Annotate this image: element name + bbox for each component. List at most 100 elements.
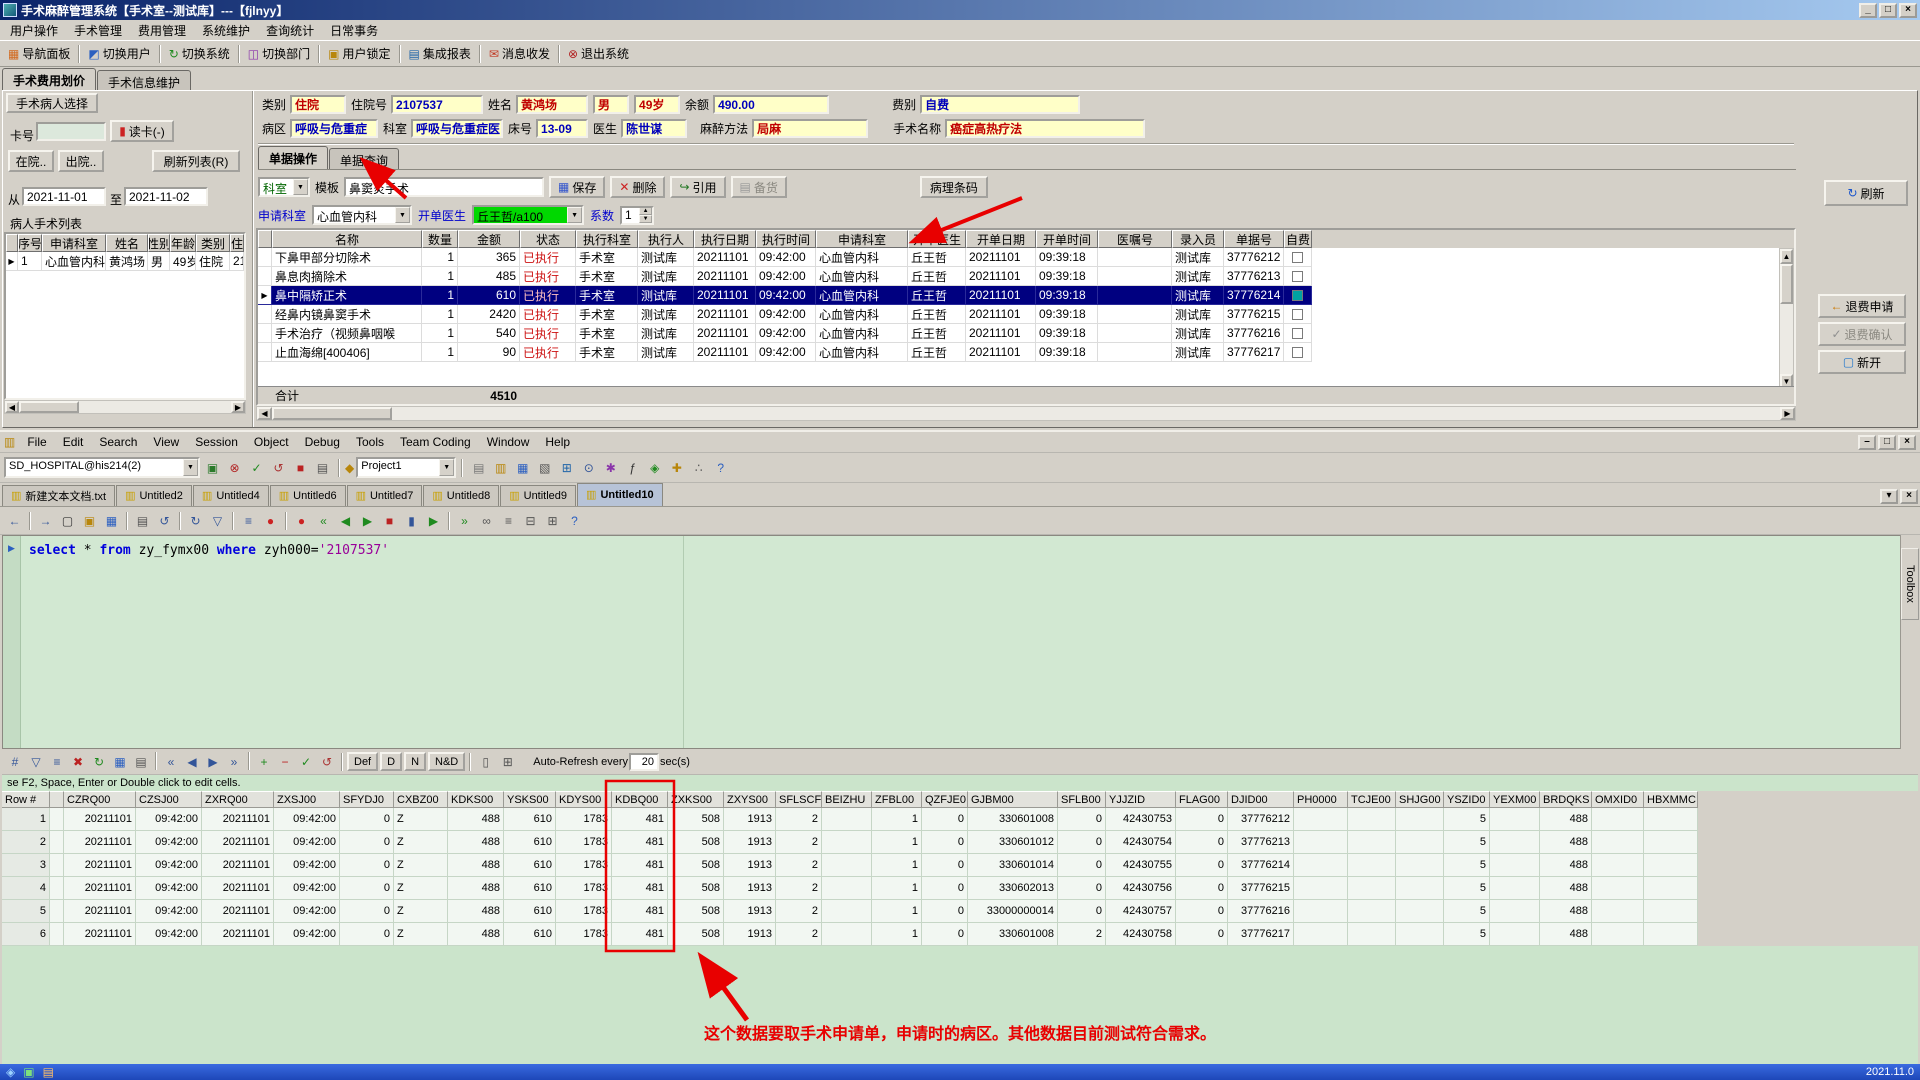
menu-item[interactable]: Session (187, 433, 246, 451)
table-cell[interactable]: 1783 (556, 877, 612, 900)
table-cell[interactable]: Z (394, 923, 448, 946)
table-cell[interactable] (1644, 854, 1698, 877)
table-cell[interactable] (1396, 923, 1444, 946)
table-cell[interactable]: 1 (872, 900, 922, 923)
table-cell[interactable] (50, 923, 64, 946)
table-cell[interactable] (1644, 831, 1698, 854)
table-cell[interactable]: 0 (922, 808, 968, 831)
table-cell[interactable] (822, 923, 872, 946)
menu-item[interactable]: 查询统计 (258, 20, 322, 41)
table-cell[interactable]: 0 (922, 831, 968, 854)
table-cell[interactable]: 09:42:00 (274, 854, 340, 877)
view-toggle-button[interactable]: ⊞ (497, 751, 518, 772)
order-doctor-combo[interactable]: 丘王哲/a100▼ (472, 205, 584, 225)
table-cell[interactable] (822, 854, 872, 877)
column-header[interactable]: CXBZ00 (394, 791, 448, 808)
table-cell[interactable]: 20211101 (64, 808, 136, 831)
table-cell[interactable]: 2 (2, 831, 50, 854)
table-cell[interactable]: 1783 (556, 854, 612, 877)
table-cell[interactable] (1396, 877, 1444, 900)
table-cell[interactable]: 2 (776, 923, 822, 946)
table-cell[interactable] (1592, 854, 1644, 877)
table-cell[interactable]: 20211101 (64, 923, 136, 946)
table-cell[interactable]: 330601012 (968, 831, 1058, 854)
table-cell[interactable] (1294, 831, 1348, 854)
maximize-button[interactable]: □ (1878, 435, 1896, 450)
scroll-right-icon[interactable]: ▶ (1780, 407, 1795, 420)
toolbar-button[interactable]: ≡ (498, 510, 519, 531)
table-cell[interactable]: 2 (776, 831, 822, 854)
column-header[interactable]: ZXSJ00 (274, 791, 340, 808)
table-cell[interactable]: Z (394, 900, 448, 923)
table-cell[interactable] (1644, 923, 1698, 946)
scroll-right-icon[interactable]: ▶ (231, 401, 245, 413)
table-cell[interactable]: 1 (872, 808, 922, 831)
field-value[interactable]: 13-09 (536, 119, 588, 138)
table-cell[interactable]: 09:42:00 (136, 900, 202, 923)
column-header[interactable]: TCJE00 (1348, 791, 1396, 808)
table-cell[interactable]: 1913 (724, 923, 776, 946)
request-dept-combo[interactable]: 心血管内科▼ (312, 205, 412, 225)
toolbar-button[interactable]: « (313, 510, 334, 531)
column-header[interactable]: 姓名 (106, 234, 148, 252)
self-pay-checkbox[interactable] (1292, 347, 1303, 358)
table-row[interactable]: ▶1心血管内科黄鸿场男49岁住院21 (6, 252, 244, 271)
table-cell[interactable]: 0 (1058, 854, 1106, 877)
column-header[interactable]: 金额 (458, 230, 520, 248)
menu-item[interactable]: Help (537, 433, 578, 451)
card-no-input[interactable] (36, 122, 106, 141)
toolbar-button[interactable]: ? (564, 510, 585, 531)
table-cell[interactable]: Z (394, 831, 448, 854)
toolbar-button[interactable]: ▮ (401, 510, 422, 531)
table-cell[interactable]: 0 (340, 877, 394, 900)
table-cell[interactable]: 2 (1058, 923, 1106, 946)
stepper-arrows[interactable]: ▲▼ (639, 207, 652, 223)
field-value[interactable]: 黄鸿场 (516, 95, 588, 114)
table-cell[interactable]: 488 (448, 923, 504, 946)
column-header[interactable]: 执行科室 (576, 230, 638, 248)
column-header[interactable]: 数量 (422, 230, 458, 248)
patient-select-tab[interactable]: 手术病人选择 (6, 93, 98, 113)
toolbar-button[interactable]: ● (260, 510, 281, 531)
table-cell[interactable]: 37776213 (1228, 831, 1294, 854)
table-cell[interactable] (1348, 900, 1396, 923)
project-combo[interactable]: Project1▼ (356, 457, 456, 478)
view-toggle-button[interactable]: ▯ (475, 751, 496, 772)
patient-list-hscrollbar[interactable]: ◀▶ (4, 400, 246, 414)
toolbar-button[interactable]: # (5, 752, 25, 772)
table-cell[interactable]: 488 (448, 900, 504, 923)
table-cell[interactable]: 0 (340, 854, 394, 877)
column-header[interactable]: 年龄 (170, 234, 196, 252)
table-cell[interactable] (1396, 831, 1444, 854)
table-cell[interactable]: 37776216 (1228, 900, 1294, 923)
table-cell[interactable]: 20211101 (202, 923, 274, 946)
toolbar-button[interactable]: ▤ (312, 457, 333, 478)
column-header[interactable]: YJJZID (1106, 791, 1176, 808)
column-header[interactable]: SFLB00 (1058, 791, 1106, 808)
column-header[interactable]: SFLSCF (776, 791, 822, 808)
table-cell[interactable]: 610 (504, 923, 556, 946)
table-cell[interactable]: 2 (776, 900, 822, 923)
table-cell[interactable]: 0 (1176, 831, 1228, 854)
toolbar-button[interactable]: ▦ (512, 457, 533, 478)
column-header[interactable]: SFYDJ0 (340, 791, 394, 808)
table-cell[interactable]: 610 (504, 808, 556, 831)
chevron-down-icon[interactable]: ▼ (293, 179, 308, 195)
toolbar-button[interactable]: ● (291, 510, 312, 531)
tab-list-button[interactable]: ▾ (1880, 489, 1898, 504)
table-cell[interactable]: Z (394, 854, 448, 877)
toolbar-button[interactable]: ∞ (476, 510, 497, 531)
coefficient-stepper[interactable]: 1▲▼ (620, 206, 654, 225)
menu-item[interactable]: Search (91, 433, 145, 451)
read-card-button[interactable]: ▮读卡(-) (110, 120, 174, 142)
toolbar-button[interactable]: ▧ (534, 457, 555, 478)
table-cell[interactable]: 488 (1540, 923, 1592, 946)
table-row[interactable]: 止血海绵[400406]190已执行手术室测试库2021110109:42:00… (258, 343, 1794, 362)
document-tab[interactable]: ▥Untitled4 (193, 485, 269, 506)
chevron-down-icon[interactable]: ▼ (439, 459, 454, 476)
toolbar-button[interactable]: » (224, 752, 244, 772)
field-value[interactable]: 2107537 (391, 95, 483, 114)
table-cell[interactable]: 0 (922, 877, 968, 900)
display-mode-button[interactable]: N (404, 752, 426, 771)
field-value[interactable]: 490.00 (713, 95, 829, 114)
